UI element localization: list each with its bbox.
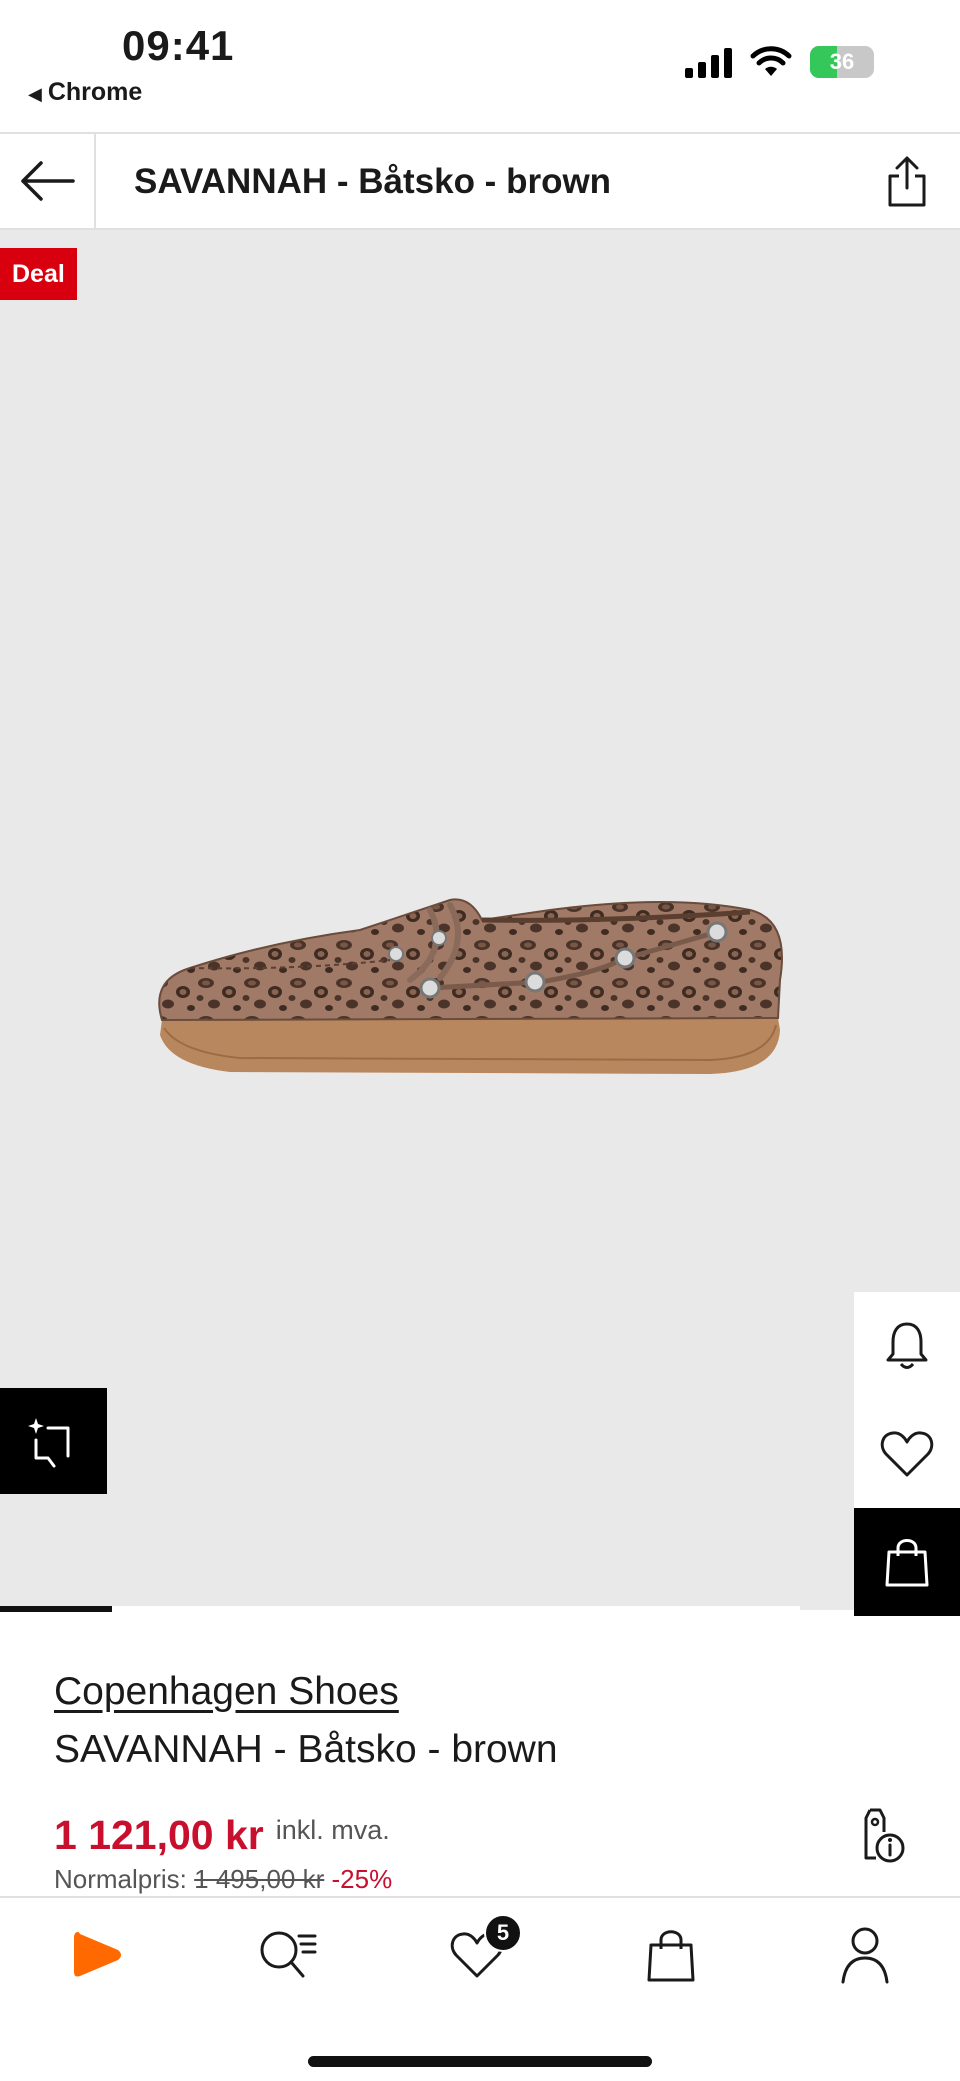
brand-link[interactable]: Copenhagen Shoes — [54, 1670, 399, 1714]
nav-search[interactable] — [252, 1920, 322, 1990]
shopping-bag-icon — [885, 1539, 929, 1587]
battery-icon: 36 — [810, 46, 874, 78]
vat-note: inkl. mva. — [275, 1815, 390, 1845]
gallery-progress-fill — [0, 1606, 112, 1612]
discount-percent: -25% — [331, 1864, 393, 1894]
back-app-label: Chrome — [47, 78, 143, 106]
add-to-bag-button[interactable] — [854, 1508, 960, 1616]
back-triangle-icon: ◀ — [28, 84, 42, 104]
heart-icon — [880, 1431, 934, 1477]
sparkle-crop-icon — [27, 1418, 69, 1468]
battery-level: 36 — [829, 49, 855, 74]
product-header: SAVANNAH - Båtsko - brown — [0, 132, 960, 230]
price-info-button[interactable] — [852, 1808, 908, 1864]
bottom-navigation: 5 — [0, 1896, 960, 2081]
search-icon — [260, 1931, 317, 1978]
product-image — [158, 898, 783, 1074]
deal-badge: Deal — [0, 248, 77, 300]
shopping-bag-icon — [647, 1930, 695, 1982]
back-to-app-link[interactable]: ◀ Chrome — [28, 78, 142, 107]
user-icon — [841, 1927, 889, 1984]
wifi-icon — [750, 46, 792, 76]
bell-icon — [886, 1322, 928, 1369]
normal-price: 1 495,00 kr — [194, 1864, 325, 1894]
product-name: SAVANNAH - Båtsko - brown — [54, 1728, 558, 1771]
wishlist-count-badge: 5 — [484, 1914, 522, 1952]
cellular-signal-icon — [685, 46, 732, 78]
status-bar: 09:41 ◀ Chrome 36 — [0, 0, 960, 132]
side-actions — [854, 1292, 960, 1616]
wishlist-add-button[interactable] — [854, 1400, 960, 1508]
nav-wishlist[interactable]: 5 — [442, 1914, 522, 1990]
status-icons: 36 — [685, 46, 874, 78]
current-price: 1 121,00 kr — [54, 1812, 264, 1858]
product-image-gallery[interactable]: Deal — [0, 230, 960, 1616]
back-button[interactable] — [0, 134, 96, 228]
status-time: 09:41 — [122, 22, 235, 69]
share-icon — [888, 156, 926, 207]
home-indicator — [308, 2056, 652, 2067]
header-title: SAVANNAH - Båtsko - brown — [134, 162, 612, 201]
ai-similar-items-button[interactable] — [0, 1388, 107, 1494]
price-tag-info-icon — [864, 1808, 905, 1863]
nav-bag[interactable] — [636, 1920, 706, 1990]
notify-button[interactable] — [854, 1292, 960, 1400]
gallery-progress-bar — [0, 1606, 800, 1612]
nav-profile[interactable] — [830, 1920, 900, 1990]
price-row: 1 121,00 kr inkl. mva. — [54, 1812, 390, 1859]
normal-price-row: Normalpris: 1 495,00 kr -25% — [54, 1864, 392, 1895]
share-button[interactable] — [874, 148, 940, 214]
arrow-left-icon — [21, 161, 75, 201]
nav-home[interactable] — [62, 1920, 132, 1990]
normal-price-label: Normalpris: — [54, 1864, 187, 1894]
zalando-logo-icon — [74, 1932, 121, 1977]
